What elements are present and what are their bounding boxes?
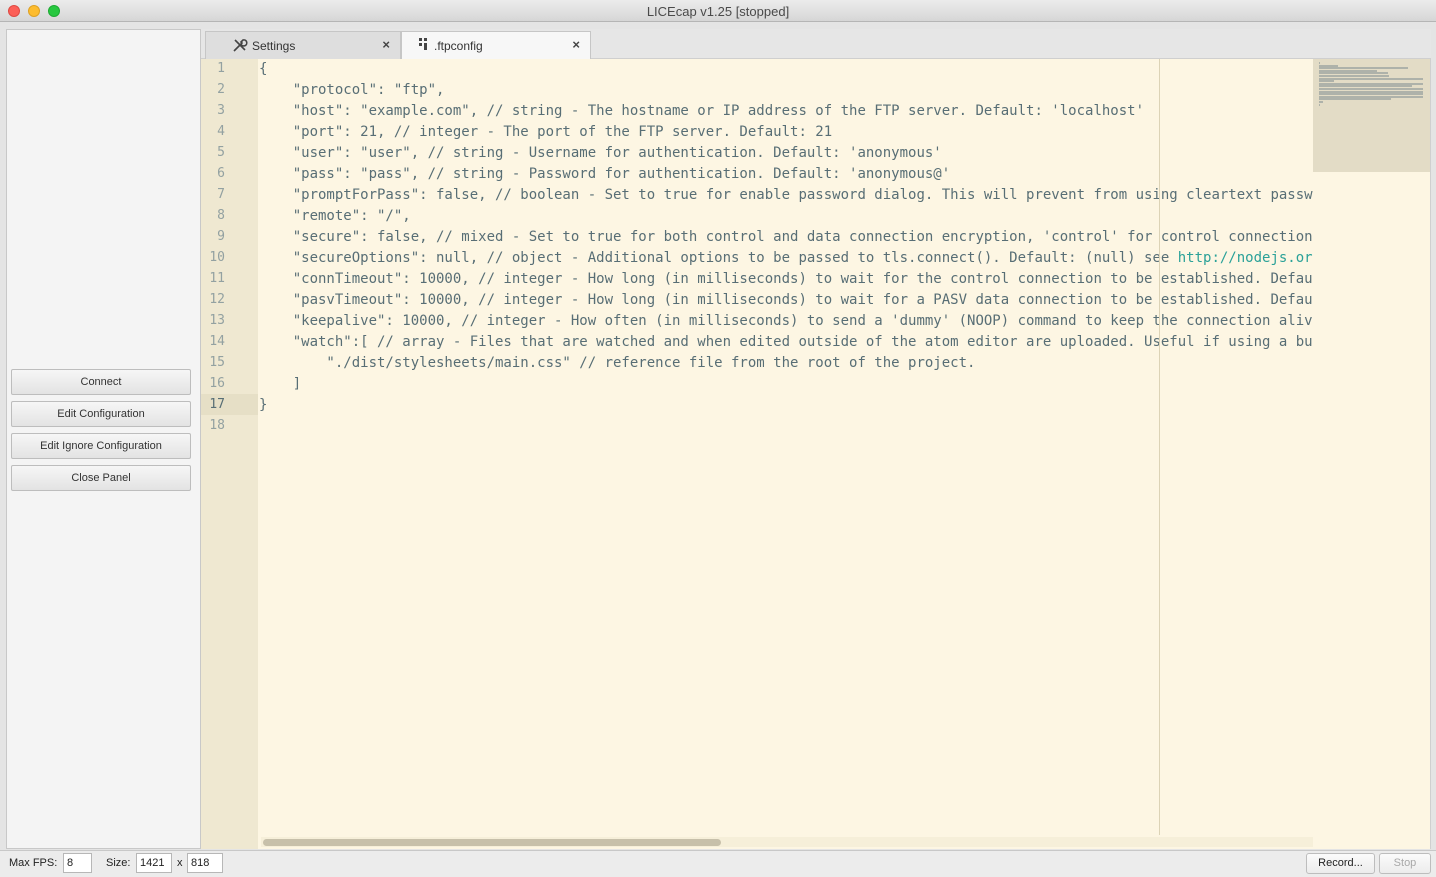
line-number: 13	[209, 313, 225, 328]
size-label: Size:	[106, 857, 131, 869]
code-line: "./dist/stylesheets/main.css" // referen…	[259, 355, 976, 371]
stop-button[interactable]: Stop	[1379, 853, 1431, 874]
edit-configuration-button[interactable]: Edit Configuration	[11, 401, 191, 427]
code-line: {	[259, 61, 268, 77]
minimap-line	[1319, 98, 1392, 101]
tab-settings[interactable]: Settings ×	[205, 31, 401, 59]
minimap-line	[1319, 103, 1320, 106]
line-number: 9	[217, 229, 225, 244]
line-number: 3	[217, 103, 225, 118]
connect-button[interactable]: Connect	[11, 369, 191, 395]
code-line: "keepalive": 10000, // integer - How oft…	[259, 313, 1313, 329]
code-line: "port": 21, // integer - The port of the…	[259, 124, 833, 140]
width-field[interactable]: 1421	[136, 853, 172, 873]
code-line: "user": "user", // string - Username for…	[259, 145, 942, 161]
line-number: 14	[209, 334, 225, 349]
code-line: ]	[259, 376, 302, 392]
line-number: 17	[209, 397, 225, 412]
code-line: "watch":[ // array - Files that are watc…	[259, 334, 1313, 350]
file-config-icon	[418, 37, 430, 54]
line-number: 11	[209, 271, 225, 286]
close-icon[interactable]: ×	[382, 37, 390, 52]
wrench-icon	[232, 37, 248, 56]
wrap-guide	[1159, 59, 1160, 835]
code-line: "remote": "/",	[259, 208, 411, 224]
tab-label: .ftpconfig	[434, 39, 483, 53]
line-number: 16	[209, 376, 225, 391]
line-number: 15	[209, 355, 225, 370]
close-icon[interactable]: ×	[572, 37, 580, 52]
line-number-gutter: 1 2 3 4 5 6 7 8 9 10 11 12 13 14 15 16 17 18	[201, 59, 258, 849]
code-line: "pasvTimeout": 10000, // integer - How l…	[259, 292, 1313, 308]
line-number: 18	[209, 418, 225, 433]
code-line: "host": "example.com", // string - The h…	[259, 103, 1145, 119]
line-number: 5	[217, 145, 225, 160]
tab-label: Settings	[252, 39, 296, 53]
code-area[interactable]: { "protocol": "ftp", "host": "example.co…	[259, 59, 1313, 839]
ftp-panel: Connect Edit Configuration Edit Ignore C…	[6, 29, 201, 849]
code-line: "secure": false, // mixed - Set to true …	[259, 229, 1313, 245]
line-number: 12	[209, 292, 225, 307]
code-line: "promptForPass": false, // boolean - Set…	[259, 187, 1313, 203]
code-line: }	[259, 397, 268, 413]
code-editor[interactable]: 1 2 3 4 5 6 7 8 9 10 11 12 13 14 15 16 17 18 { "protocol"…	[201, 59, 1431, 849]
line-number: 6	[217, 166, 225, 181]
window-title: LICEcap v1.25 [stopped]	[646, 4, 790, 19]
line-number: 4	[217, 124, 225, 139]
title-bar: LICEcap v1.25 [stopped]	[0, 0, 1436, 22]
tab-bar: Settings × .ftpconfig ×	[201, 29, 1431, 59]
code-text: "secureOptions": null, // object - Addit…	[259, 250, 1178, 266]
horizontal-scrollbar-thumb[interactable]	[263, 839, 721, 846]
code-line: "pass": "pass", // string - Password for…	[259, 166, 951, 182]
max-fps-label: Max FPS:	[9, 857, 58, 869]
line-number: 10	[209, 250, 225, 265]
line-number: 1	[217, 61, 225, 76]
tab-ftpconfig[interactable]: .ftpconfig ×	[401, 31, 591, 59]
minimap-line	[1319, 77, 1423, 80]
url-link[interactable]: http://nodejs.or	[1178, 250, 1313, 266]
record-button[interactable]: Record...	[1306, 853, 1375, 874]
licecap-toolbar: Max FPS: 8 Size: 1421 x 818 Record... St…	[0, 850, 1436, 877]
code-line: "protocol": "ftp",	[259, 82, 445, 98]
edit-ignore-configuration-button[interactable]: Edit Ignore Configuration	[11, 433, 191, 459]
height-field[interactable]: 818	[187, 853, 223, 873]
size-x-label: x	[177, 857, 183, 869]
max-fps-field[interactable]: 8	[63, 853, 92, 873]
code-line: "secureOptions": null, // object - Addit…	[259, 250, 1313, 266]
line-number: 2	[217, 82, 225, 97]
close-panel-button[interactable]: Close Panel	[11, 465, 191, 491]
minimap[interactable]	[1313, 59, 1430, 172]
code-line: "connTimeout": 10000, // integer - How l…	[259, 271, 1313, 287]
line-number: 8	[217, 208, 225, 223]
line-number: 7	[217, 187, 225, 202]
